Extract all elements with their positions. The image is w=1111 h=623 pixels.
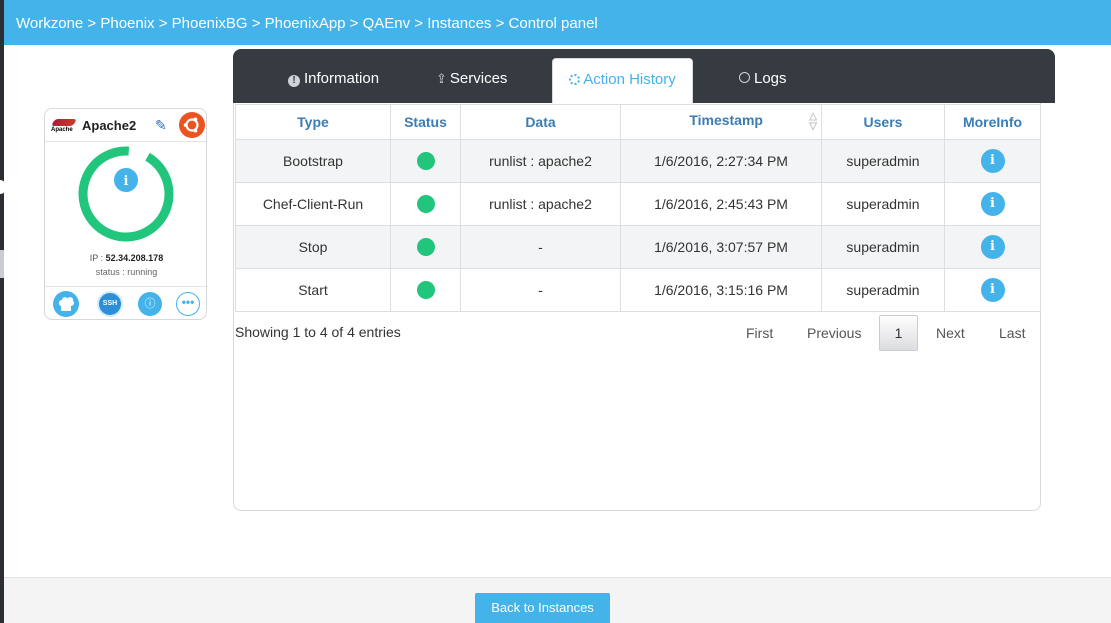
power-info-icon[interactable]: ⓘ bbox=[138, 292, 162, 316]
ssh-icon[interactable]: SSH bbox=[97, 291, 123, 317]
cell-data: runlist : apache2 bbox=[460, 182, 621, 226]
col-status[interactable]: Status bbox=[390, 104, 461, 140]
col-moreinfo[interactable]: MoreInfo bbox=[944, 104, 1041, 140]
sort-icon[interactable]: △ ▽ bbox=[809, 112, 817, 132]
cell-data: - bbox=[460, 268, 621, 312]
table-header-row: Type Status Data Timestamp △ ▽ Users MoreI… bbox=[235, 104, 1041, 140]
entries-summary: Showing 1 to 4 of 4 entries bbox=[235, 324, 401, 340]
cell-moreinfo: i bbox=[944, 225, 1041, 269]
cell-type: Start bbox=[235, 268, 391, 312]
instance-card: Apache Apache2 ✎ i IP : 52.34.208.178 st… bbox=[44, 108, 208, 320]
cell-user: superadmin bbox=[821, 139, 945, 183]
breadcrumb[interactable]: Workzone > Phoenix > PhoenixBG > Phoenix… bbox=[4, 0, 1111, 45]
col-users[interactable]: Users bbox=[821, 104, 945, 140]
ubuntu-icon bbox=[179, 112, 205, 138]
tab-services-label: Services bbox=[449, 70, 508, 87]
cell-user: superadmin bbox=[821, 268, 945, 312]
back-to-instances-button[interactable]: Back to Instances bbox=[475, 593, 610, 623]
table-row: Start - 1/6/2016, 3:15:16 PM superadmin … bbox=[235, 268, 1041, 312]
pencil-icon[interactable]: ✎ bbox=[155, 117, 169, 133]
col-timestamp[interactable]: Timestamp △ ▽ bbox=[620, 104, 822, 140]
cell-type: Bootstrap bbox=[235, 139, 391, 183]
edge-marker bbox=[0, 250, 4, 278]
more-label: ••• bbox=[181, 295, 195, 309]
share-icon: ⇪ bbox=[436, 71, 447, 86]
pagination-last[interactable]: Last bbox=[999, 325, 1025, 341]
spinner-icon bbox=[569, 74, 581, 85]
tab-logs-label: Logs bbox=[754, 70, 787, 87]
tab-bar: ! Information ⇪ Services Action History Lo… bbox=[233, 49, 1055, 104]
table-row: Stop - 1/6/2016, 3:07:57 PM superadmin i bbox=[235, 225, 1041, 269]
cell-status bbox=[390, 182, 461, 226]
action-history-panel: Type Status Data Timestamp △ ▽ Users MoreI… bbox=[233, 103, 1041, 511]
status-success-icon bbox=[416, 152, 435, 171]
sidebar-toggle-handle[interactable] bbox=[0, 180, 6, 194]
power-glyph: ⓘ bbox=[144, 298, 156, 310]
pagination-first[interactable]: First bbox=[746, 325, 773, 341]
instance-card-header: Apache Apache2 ✎ bbox=[45, 109, 206, 142]
status-success-icon bbox=[416, 238, 435, 257]
table-row: Bootstrap runlist : apache2 1/6/2016, 2:… bbox=[235, 139, 1041, 183]
pagination-next[interactable]: Next bbox=[936, 325, 965, 341]
pagination-current-page[interactable]: 1 bbox=[879, 315, 918, 351]
cell-data: - bbox=[460, 225, 621, 269]
ssh-label: SSH bbox=[102, 300, 118, 307]
instance-status: status : running bbox=[95, 267, 158, 277]
more-info-icon[interactable]: i bbox=[980, 278, 1005, 302]
cell-timestamp: 1/6/2016, 2:27:34 PM bbox=[620, 139, 822, 183]
instance-ip: IP : 52.34.208.178 bbox=[45, 253, 208, 263]
tab-information-label: Information bbox=[304, 70, 380, 87]
exclamation-icon: ! bbox=[288, 75, 300, 87]
clock-icon bbox=[739, 72, 750, 83]
cell-user: superadmin bbox=[821, 182, 945, 226]
action-history-table: Type Status Data Timestamp △ ▽ Users MoreI… bbox=[235, 104, 1041, 312]
col-data[interactable]: Data bbox=[460, 104, 621, 140]
cell-moreinfo: i bbox=[944, 182, 1041, 226]
apache-logo-text: Apache bbox=[51, 127, 73, 133]
cell-status bbox=[390, 268, 461, 312]
col-type[interactable]: Type bbox=[235, 104, 391, 140]
tab-action-history[interactable]: Action History bbox=[552, 58, 693, 104]
cell-user: superadmin bbox=[821, 225, 945, 269]
cell-moreinfo: i bbox=[944, 268, 1041, 312]
tab-action-history-label: Action History bbox=[583, 71, 676, 88]
more-info-icon[interactable]: i bbox=[980, 149, 1005, 173]
window-edge bbox=[0, 0, 6, 623]
col-timestamp-label: Timestamp bbox=[689, 112, 763, 128]
cell-timestamp: 1/6/2016, 3:07:57 PM bbox=[620, 225, 822, 269]
instance-name: Apache2 bbox=[82, 118, 137, 133]
status-success-icon bbox=[416, 281, 435, 300]
instance-actions: SSH ⓘ ••• bbox=[45, 286, 208, 320]
cell-moreinfo: i bbox=[944, 139, 1041, 183]
apache-logo-icon: Apache bbox=[50, 117, 79, 135]
ip-value: 52.34.208.178 bbox=[105, 253, 164, 263]
instance-status-ring: i bbox=[78, 146, 174, 242]
ip-label: IP : bbox=[89, 253, 106, 263]
table-row: Chef-Client-Run runlist : apache2 1/6/20… bbox=[235, 182, 1041, 226]
more-options-icon[interactable]: ••• bbox=[176, 292, 200, 316]
pagination-previous[interactable]: Previous bbox=[807, 325, 861, 341]
cell-type: Chef-Client-Run bbox=[235, 182, 391, 226]
more-info-icon[interactable]: i bbox=[980, 192, 1005, 216]
tab-logs[interactable]: Logs bbox=[739, 70, 787, 87]
chef-icon[interactable] bbox=[53, 291, 79, 317]
cell-status bbox=[390, 225, 461, 269]
tab-information[interactable]: ! Information bbox=[288, 70, 379, 87]
more-info-icon[interactable]: i bbox=[980, 235, 1005, 259]
cell-data: runlist : apache2 bbox=[460, 139, 621, 183]
cell-timestamp: 1/6/2016, 3:15:16 PM bbox=[620, 268, 822, 312]
cell-timestamp: 1/6/2016, 2:45:43 PM bbox=[620, 182, 822, 226]
cell-status bbox=[390, 139, 461, 183]
cell-type: Stop bbox=[235, 225, 391, 269]
ring-info-glyph: i bbox=[124, 174, 129, 189]
tab-services[interactable]: ⇪ Services bbox=[436, 70, 507, 87]
status-success-icon bbox=[416, 195, 435, 214]
